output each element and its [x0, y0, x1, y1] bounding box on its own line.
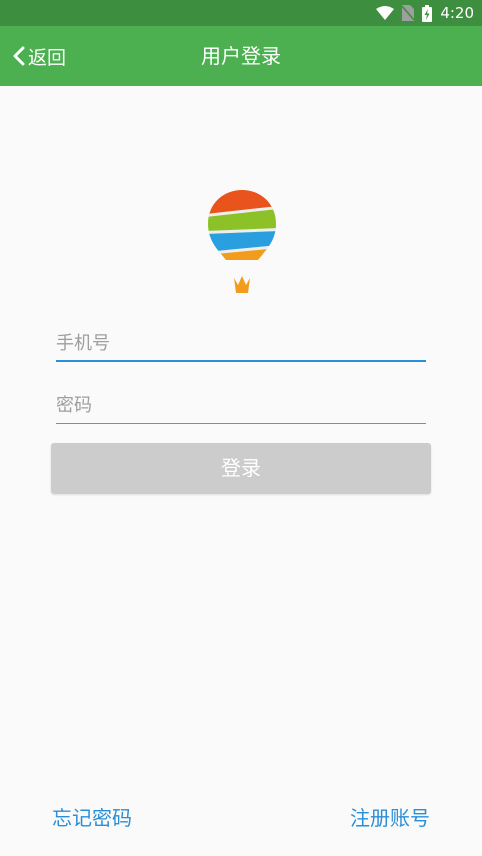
back-button[interactable]: 返回 — [12, 26, 66, 86]
hot-air-balloon-logo-icon — [208, 190, 276, 293]
phone-field — [56, 326, 426, 362]
phone-input[interactable] — [56, 326, 426, 360]
status-bar: 4:20 — [0, 0, 482, 26]
password-field — [56, 388, 426, 424]
register-account-link[interactable]: 注册账号 — [350, 802, 430, 831]
chevron-left-icon — [13, 46, 25, 66]
back-label: 返回 — [28, 46, 67, 69]
no-sim-icon — [402, 5, 415, 21]
login-button[interactable]: 登录 — [51, 443, 431, 494]
battery-charging-icon — [422, 4, 433, 22]
status-icons: 4:20 — [376, 0, 474, 26]
page-title: 用户登录 — [201, 44, 281, 68]
forgot-password-link[interactable]: 忘记密码 — [52, 802, 132, 831]
status-time: 4:20 — [440, 4, 474, 22]
phone-underline — [56, 360, 426, 362]
app-bar: 返回 用户登录 — [0, 26, 482, 86]
password-input[interactable] — [56, 388, 426, 422]
password-underline — [56, 423, 426, 424]
wifi-icon — [376, 6, 395, 20]
